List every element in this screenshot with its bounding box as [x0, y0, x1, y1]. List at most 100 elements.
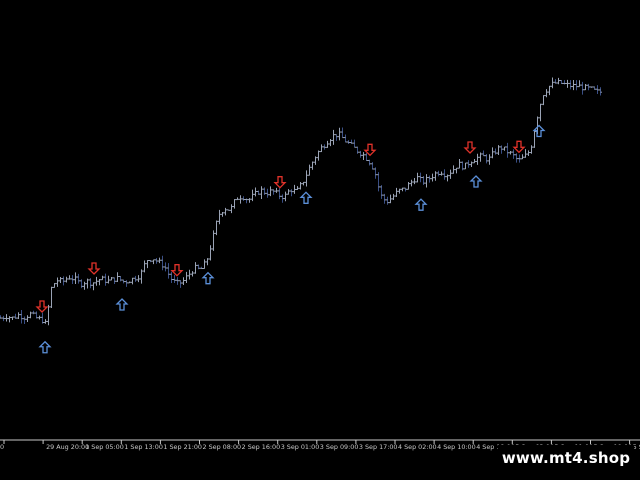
buy-arrow-icon — [115, 298, 129, 311]
candle — [575, 80, 578, 91]
candle — [542, 95, 545, 106]
candle — [398, 188, 401, 194]
candle — [554, 79, 557, 84]
candle — [389, 194, 392, 204]
candle — [137, 275, 140, 283]
candle — [458, 159, 461, 169]
candle — [116, 272, 119, 282]
candle — [62, 276, 65, 286]
time-tick-label: 4 Sep 10:00 — [437, 443, 476, 451]
candle — [443, 169, 446, 180]
candle — [425, 174, 428, 188]
candle — [428, 175, 431, 183]
candle — [362, 152, 365, 161]
candle — [302, 181, 305, 186]
candle — [113, 277, 116, 284]
time-tick-label: 1 Sep 05:00 — [85, 443, 124, 451]
candle — [140, 269, 143, 284]
candle — [188, 269, 191, 280]
candle — [596, 85, 599, 94]
candle — [383, 193, 386, 204]
buy-arrow-icon — [469, 175, 483, 188]
sell-arrow-icon — [35, 300, 49, 313]
time-tick-label: 2 Sep 16:00 — [242, 443, 281, 451]
candle — [590, 86, 593, 89]
candle — [98, 279, 101, 286]
candle — [110, 277, 113, 281]
candle — [32, 310, 35, 315]
candles-layer — [0, 77, 602, 326]
candle — [284, 191, 287, 202]
candle — [497, 145, 500, 156]
candle — [488, 154, 491, 165]
signal-arrows-layer — [35, 124, 546, 354]
time-tick-label: 29 Aug 20:00 — [46, 443, 89, 451]
candle — [242, 196, 245, 201]
candle — [440, 171, 443, 176]
candle — [212, 230, 215, 251]
candle — [5, 314, 8, 322]
candle — [449, 169, 452, 179]
candle — [341, 127, 344, 139]
candle — [251, 189, 254, 202]
candle — [197, 264, 200, 270]
candle — [287, 189, 290, 195]
candle — [35, 311, 38, 319]
candle — [320, 144, 323, 153]
candle — [524, 149, 527, 158]
buy-arrow-icon — [414, 198, 428, 211]
candle — [551, 77, 554, 89]
candle — [506, 142, 509, 158]
candle — [104, 273, 107, 286]
candle — [560, 80, 563, 85]
candle — [86, 278, 89, 289]
candle — [59, 276, 62, 284]
candle — [269, 186, 272, 197]
candle — [485, 154, 488, 164]
candle — [515, 153, 518, 163]
candle — [482, 150, 485, 157]
candle — [293, 184, 296, 194]
candle — [161, 255, 164, 271]
candle — [56, 277, 59, 287]
candle — [401, 187, 404, 192]
candle — [143, 260, 146, 273]
candle — [413, 177, 416, 185]
candle — [2, 315, 5, 322]
candle — [386, 196, 389, 205]
sell-arrow-icon — [273, 176, 287, 189]
candle — [548, 85, 551, 96]
candle — [20, 309, 23, 324]
candle — [224, 207, 227, 216]
candle — [101, 275, 104, 281]
candle — [365, 153, 368, 161]
candle — [335, 134, 338, 141]
candle — [407, 182, 410, 190]
candle — [416, 172, 419, 183]
candle — [134, 275, 137, 282]
candle — [227, 209, 230, 211]
candle — [263, 187, 266, 195]
chart-window[interactable]: 0 29 Aug 20:00 1 Sep 05:00 1 Sep 13:00 1 Sep… — [0, 0, 640, 480]
candle — [437, 170, 440, 177]
candle — [350, 139, 353, 144]
price-chart[interactable]: 0 29 Aug 20:001 Sep 05:00 1 Sep 13:00 1 Sep… — [0, 0, 640, 480]
candle — [17, 312, 20, 319]
candle — [314, 156, 317, 165]
candle — [158, 257, 161, 264]
candle — [500, 145, 503, 154]
candle — [512, 149, 515, 159]
candle — [377, 172, 380, 192]
sell-arrow-icon — [87, 262, 101, 275]
candle — [233, 199, 236, 209]
candle — [170, 271, 173, 284]
candle — [395, 187, 398, 198]
candle — [404, 187, 407, 192]
candle — [518, 154, 521, 163]
time-tick-label: 2 Sep 08:00 — [203, 443, 242, 451]
candle — [44, 319, 47, 324]
candle — [431, 173, 434, 182]
candle — [311, 161, 314, 170]
candle — [203, 259, 206, 270]
candle — [8, 316, 11, 323]
